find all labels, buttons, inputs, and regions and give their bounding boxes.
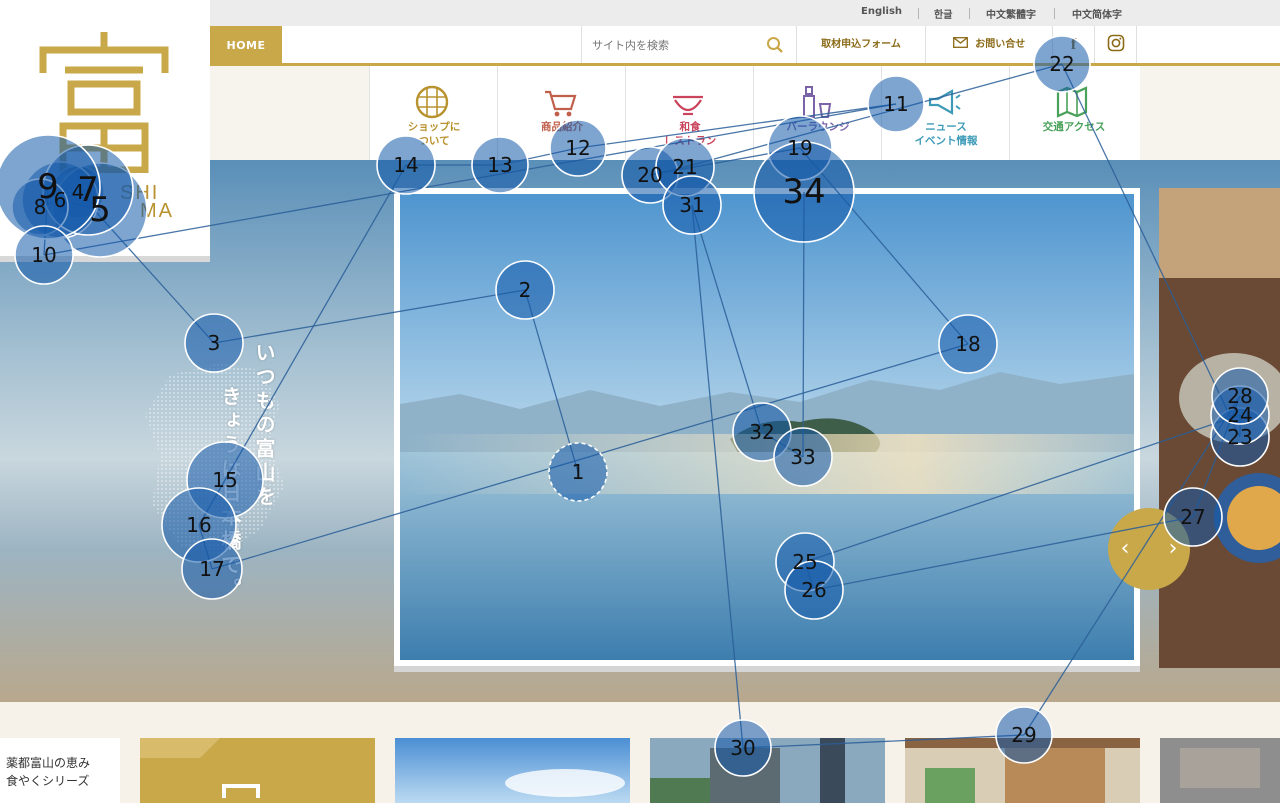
nav-label: 商品紹介 — [541, 121, 583, 133]
lang-korean-link[interactable]: 한글 — [934, 6, 952, 21]
feature-card-building[interactable] — [650, 738, 885, 803]
nav-label: 交通アクセス — [1042, 121, 1106, 133]
divider — [918, 8, 919, 19]
slider-controls: ‹ › — [1108, 508, 1190, 590]
hero-slide[interactable] — [394, 188, 1140, 666]
hero-catchphrase-line1: いつもの富山を — [252, 342, 276, 510]
feature-card-interior[interactable] — [905, 738, 1140, 803]
feature-card-shop[interactable] — [1160, 738, 1280, 803]
search-box — [581, 26, 797, 63]
facebook-icon: f — [1070, 35, 1077, 53]
slider-next-button[interactable]: › — [1160, 534, 1186, 564]
nav-news-events[interactable]: ニュース イベント情報 — [881, 66, 1009, 160]
tomi-kanji-logo — [39, 32, 169, 173]
nav-products[interactable]: 商品紹介 — [497, 66, 625, 160]
category-nav: ショップに ついて 商品紹介 和食 レストラン バーラウンジ ニュース イベント… — [369, 66, 1140, 160]
home-tab[interactable]: HOME — [210, 26, 282, 66]
nav-bar-lounge[interactable]: バーラウンジ — [753, 66, 881, 160]
nav-label: ニュース イベント情報 — [914, 121, 978, 147]
cart-icon — [542, 84, 578, 124]
facebook-link[interactable]: f — [1053, 26, 1095, 63]
lang-english-link[interactable]: English — [861, 6, 902, 17]
contact-link[interactable]: お問い合せ — [926, 26, 1053, 63]
nav-label: ショップに ついて — [407, 121, 461, 147]
globe-icon — [414, 84, 450, 124]
feature-card-sky[interactable] — [395, 738, 630, 803]
lang-simplified-chinese-link[interactable]: 中文简体字 — [1072, 6, 1122, 21]
nav-restaurant[interactable]: 和食 レストラン — [625, 66, 753, 160]
megaphone-icon — [926, 84, 962, 124]
logo-link[interactable]: SHI MA — [0, 0, 210, 262]
search-icon[interactable] — [766, 36, 784, 58]
search-input[interactable] — [592, 35, 752, 55]
site-header: HOME 取材申込フォーム お問い合せ f — [210, 26, 1280, 66]
lake-mountain-photo — [400, 194, 1134, 660]
nav-about-shop[interactable]: ショップに ついて — [369, 66, 497, 160]
feature-card-brand[interactable] — [140, 738, 375, 803]
logo-wordmark-bottom: MA — [140, 200, 174, 222]
bowl-icon — [670, 84, 706, 124]
next-slide-food-photo[interactable] — [1159, 188, 1280, 668]
press-form-link[interactable]: 取材申込フォーム — [797, 26, 926, 63]
map-icon — [1054, 84, 1090, 124]
nav-access[interactable]: 交通アクセス — [1009, 66, 1137, 160]
lang-traditional-chinese-link[interactable]: 中文繁體字 — [986, 6, 1036, 21]
hero-catchphrase-line2: きょうは日本橋で。 — [218, 386, 242, 602]
nav-label: バーラウンジ — [786, 121, 850, 133]
mail-icon — [952, 37, 975, 50]
contact-label: お問い合せ — [975, 39, 1026, 50]
divider — [1054, 8, 1055, 19]
nav-label: 和食 レストラン — [663, 121, 717, 147]
instagram-link[interactable] — [1095, 26, 1137, 63]
divider — [969, 8, 970, 19]
promo-banner-text[interactable]: 薬都富山の恵み 食やくシリーズ — [0, 738, 120, 803]
instagram-icon — [1107, 34, 1125, 56]
slider-prev-button[interactable]: ‹ — [1112, 534, 1138, 564]
bottle-icon — [798, 84, 834, 124]
